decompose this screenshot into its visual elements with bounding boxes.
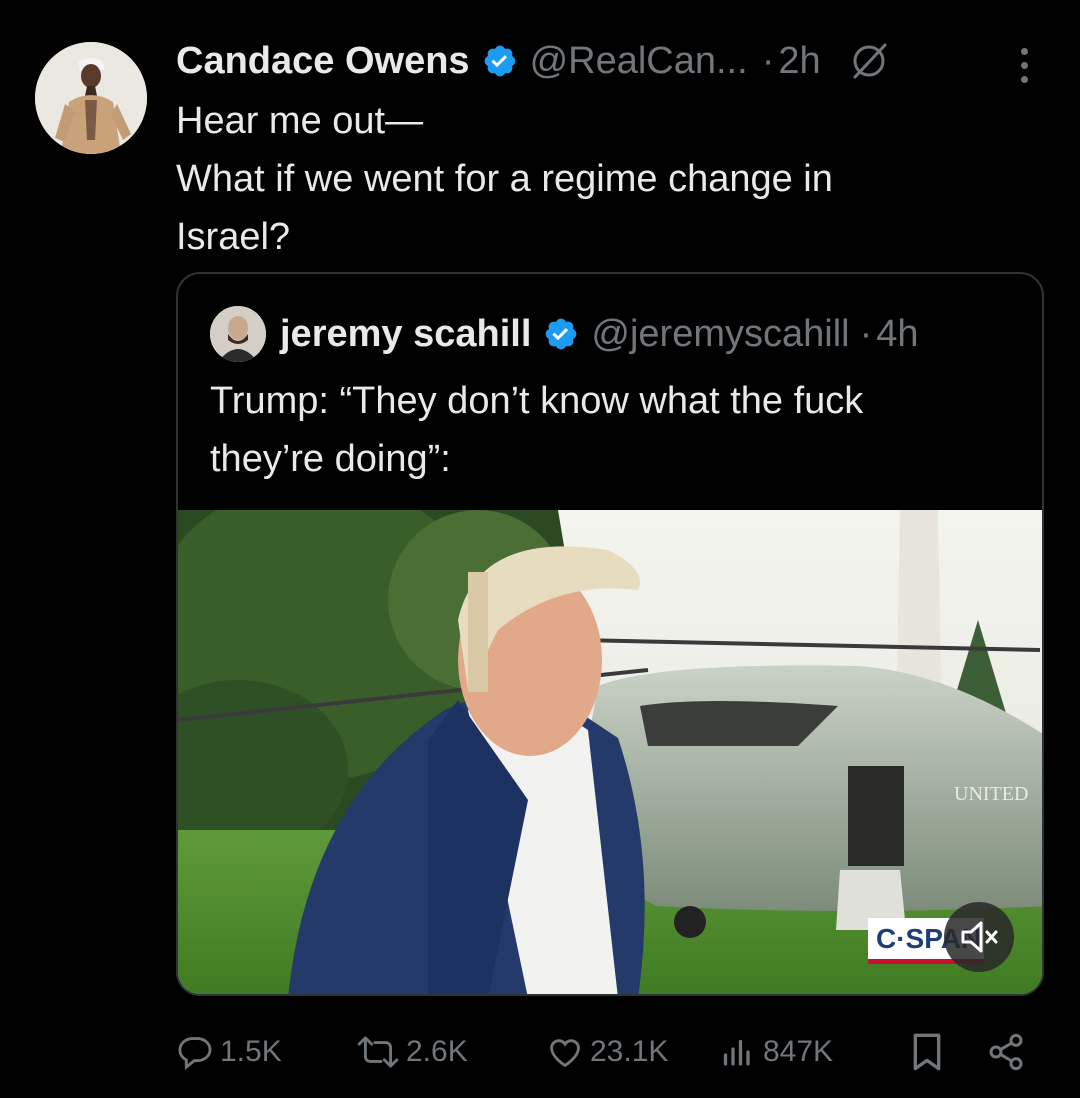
quote-text-line: they’re doing”: [210, 438, 451, 480]
author-name[interactable]: Candace Owens [176, 40, 470, 83]
grok-icon[interactable] [847, 39, 891, 83]
quote-text-line: Trump: “They don’t know what the fuck [210, 380, 864, 422]
reply-icon [178, 1037, 212, 1071]
repost-button[interactable]: 2.6K [356, 1028, 468, 1076]
quote-author-handle[interactable]: @jeremyscahill [591, 313, 849, 356]
tweet-actions: 1.5K 2.6K 23.1K 847K [176, 1028, 1036, 1076]
more-icon[interactable] [1006, 40, 1042, 90]
quote-author-avatar [210, 306, 266, 362]
bookmark-icon [913, 1033, 941, 1071]
tweet-text: Hear me out— What if we went for a regim… [176, 92, 1016, 266]
tweet-header: Candace Owens @RealCan... · 2h [176, 36, 891, 86]
author-handle[interactable]: @RealCan... [530, 40, 748, 83]
video-media[interactable]: UNITED C·SPAN [178, 510, 1042, 994]
share-icon [989, 1033, 1023, 1071]
separator-dot: · [761, 39, 775, 82]
views-icon [723, 1039, 750, 1066]
quote-author-name[interactable]: jeremy scahill [280, 313, 531, 356]
like-count: 23.1K [590, 1035, 669, 1068]
share-button[interactable] [986, 1028, 1032, 1076]
quoted-tweet[interactable]: jeremy scahill @jeremyscahill · 4h Trump… [176, 272, 1044, 996]
reply-button[interactable]: 1.5K [176, 1028, 282, 1076]
tweet-text-line: Israel? [176, 216, 291, 258]
quote-text: Trump: “They don’t know what the fuck th… [210, 372, 1030, 488]
quote-time[interactable]: 4h [876, 313, 918, 356]
views-button[interactable]: 847K [721, 1028, 833, 1076]
bookmark-button[interactable] [910, 1028, 950, 1076]
tweet-text-line: Hear me out— [176, 100, 424, 142]
verified-badge-icon [484, 45, 515, 77]
views-count: 847K [763, 1035, 834, 1068]
like-icon [550, 1039, 580, 1068]
tweet-text-line: What if we went for a regime change in [176, 158, 833, 200]
author-avatar[interactable] [35, 42, 147, 154]
like-button[interactable]: 23.1K [546, 1028, 668, 1076]
verified-badge-icon [546, 318, 577, 350]
repost-icon [357, 1036, 399, 1068]
repost-count: 2.6K [406, 1035, 468, 1068]
reply-count: 1.5K [220, 1035, 282, 1068]
tweet-time[interactable]: 2h [778, 40, 820, 83]
separator-dot: · [859, 312, 873, 355]
quote-header: jeremy scahill @jeremyscahill · 4h [210, 304, 919, 364]
mute-button[interactable] [944, 902, 1014, 972]
mute-icon [961, 921, 998, 953]
helicopter-text: UNITED [954, 783, 1028, 805]
tweet[interactable]: Candace Owens @RealCan... · 2h Hear me o… [0, 0, 1080, 1098]
